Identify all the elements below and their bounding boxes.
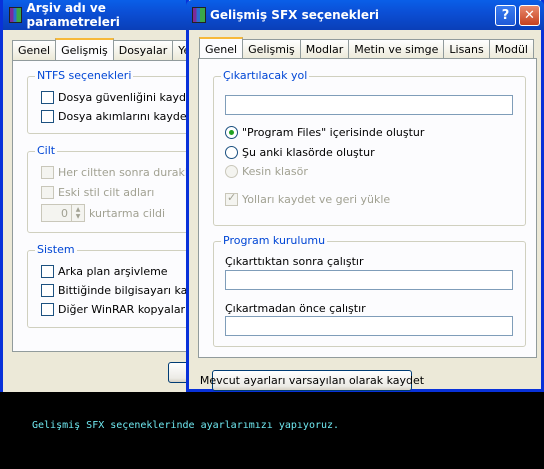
shutdown-when-done-checkbox[interactable]: Bittiğinde bilgisayarı kapat [41,284,205,297]
save-defaults-button[interactable]: Mevcut ayarları varsayılan olarak kaydet [200,370,424,391]
sistem-group-title: Sistem [35,243,77,256]
help-button[interactable]: ? [495,5,516,26]
run-before-label: Çıkartmadan önce çalıştır [225,302,366,315]
save-restore-paths-checkbox[interactable]: Yolları kaydet ve geri yükle [225,191,390,206]
run-after-label: Çıkarttıktan sonra çalıştır [225,255,364,268]
run-before-input[interactable] [225,316,513,336]
save-file-streams-checkbox[interactable]: Dosya akımlarını kaydet [41,110,191,123]
extract-path-group: Çıkartılacak yol "Program Files" içerisi… [213,69,526,226]
archive-tab-pane: NTFS seçenekleri Dosya güvenliğini kayde… [12,60,209,352]
sfx-options-window: Gelişmiş SFX seçenekleri ? ✕ Genel Geliş… [186,0,544,392]
old-style-volume-names-checkbox[interactable]: Eski stil cilt adları [41,186,154,199]
ntfs-group-title: NTFS seçenekleri [35,69,134,82]
tab-genel[interactable]: Genel [12,40,57,60]
pause-after-volume-checkbox[interactable]: Her ciltten sonra duraklat [41,166,199,179]
spinner-arrows-icon[interactable]: ▲ ▼ [71,205,84,221]
cilt-group-title: Cilt [35,144,58,157]
ntfs-group: NTFS seçenekleri Dosya güvenliğini kayde… [27,69,207,134]
archive-window-title: Arşiv adı ve parametreleri [26,1,120,29]
setup-group: Program kurulumu Çıkarttıktan sonra çalı… [213,234,526,347]
tab-genel[interactable]: Genel [199,37,244,59]
winrar-icon [192,7,206,23]
tab-modul[interactable]: Modül [488,39,534,59]
cilt-group: Cilt Her ciltten sonra duraklat Eski sti… [27,144,207,233]
run-after-input[interactable] [225,270,513,290]
archive-tabs: Genel Gelişmiş Dosyalar Yede [12,38,211,60]
archive-parameters-window: Arşiv adı ve parametreleri Genel Gelişmi… [0,0,211,392]
tutorial-caption: Gelişmiş SFX seçeneklerinde ayarlarımızı… [32,420,340,431]
absolute-path-radio[interactable]: Kesin klasör [225,165,308,178]
tab-lisans[interactable]: Lisans [443,39,490,59]
setup-group-title: Program kurulumu [221,234,328,247]
sistem-group: Sistem Arka plan arşivleme Bittiğinde bi… [27,243,209,328]
recovery-volume-label: kurtarma cildi [89,207,166,220]
recovery-volume-spinner[interactable]: 0 ▲ ▼ [41,204,85,222]
sfx-tabs: Genel Gelişmiş Modlar Metin ve simge Lis… [199,37,534,59]
sfx-tab-pane: Çıkartılacak yol "Program Files" içerisi… [198,58,537,358]
save-file-security-checkbox[interactable]: Dosya güvenliğini kaydet [41,91,197,104]
archive-window-titlebar[interactable]: Arşiv adı ve parametreleri [3,0,196,30]
extract-path-title: Çıkartılacak yol [221,69,310,82]
create-in-current-folder-radio[interactable]: Şu anki klasörde oluştur [225,146,375,159]
create-in-program-files-radio[interactable]: "Program Files" içerisinde oluştur [225,126,424,139]
extract-path-input[interactable] [225,95,513,115]
sfx-window-title: Gelişmiş SFX seçenekleri [210,8,380,22]
tab-gelismis[interactable]: Gelişmiş [242,39,301,59]
wait-other-winrar-checkbox[interactable]: Diğer WinRAR kopyaları etk [41,303,209,316]
tab-dosyalar[interactable]: Dosyalar [112,40,174,60]
background-archiving-checkbox[interactable]: Arka plan arşivleme [41,265,168,278]
caption-bar: Gelişmiş SFX seçeneklerinde ayarlarımızı… [0,392,544,469]
close-button[interactable]: ✕ [519,5,540,26]
winrar-icon [9,7,23,23]
tab-metin-ve-simge[interactable]: Metin ve simge [348,39,445,59]
tab-modlar[interactable]: Modlar [299,39,350,59]
tab-gelismis[interactable]: Gelişmiş [55,38,114,60]
sfx-window-titlebar[interactable]: Gelişmiş SFX seçenekleri ? ✕ [186,0,544,30]
